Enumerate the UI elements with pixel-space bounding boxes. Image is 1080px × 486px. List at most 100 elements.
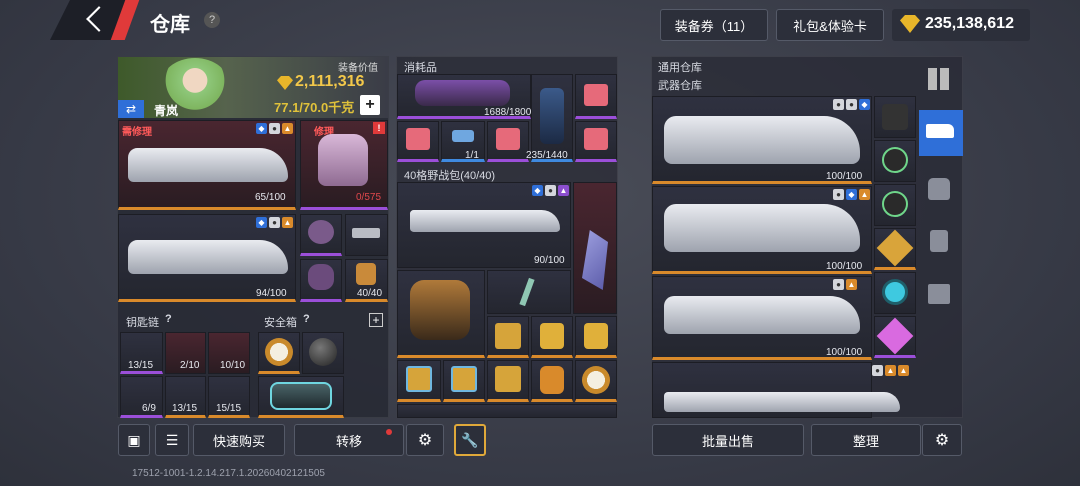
alert-icon: ! bbox=[373, 122, 385, 134]
backpack-icon bbox=[308, 264, 334, 290]
sight-icon: ● bbox=[833, 279, 844, 290]
category-all-icon[interactable] bbox=[928, 68, 950, 90]
gold-cube-icon bbox=[406, 366, 432, 392]
sight-icon: ● bbox=[545, 185, 556, 196]
pistol-category-icon bbox=[926, 124, 954, 138]
weapon1-durability: 65/100 bbox=[255, 192, 286, 203]
rifle-icon bbox=[128, 148, 288, 182]
warehouse-weapon-durability: 100/100 bbox=[826, 347, 863, 358]
safe-add-button[interactable]: + bbox=[369, 313, 383, 327]
key-count: 15/15 bbox=[216, 403, 242, 414]
pistol-icon bbox=[352, 228, 380, 238]
consumable-count: 1688/1800 bbox=[484, 107, 532, 118]
heavy-rifle-icon bbox=[664, 116, 860, 164]
heal-pack-icon bbox=[584, 84, 608, 106]
mod-icon: ◆ bbox=[846, 189, 857, 200]
amber-gem-icon bbox=[540, 366, 564, 394]
fire-icon: ▲ bbox=[898, 365, 909, 376]
safe-help-icon[interactable]: ? bbox=[303, 313, 310, 325]
help-icon[interactable]: ? bbox=[204, 12, 220, 28]
equipment-value: 2,111,316 bbox=[295, 73, 365, 90]
key-count: 13/15 bbox=[172, 403, 198, 414]
armor-icon bbox=[318, 134, 368, 186]
value-label: 装备价值 bbox=[338, 63, 378, 74]
repair-tag: 需修理 bbox=[122, 127, 152, 138]
warehouse-weapon-durability: 100/100 bbox=[826, 171, 863, 182]
sight-icon: ● bbox=[846, 99, 857, 110]
warehouse-weapon-durability: 100/100 bbox=[826, 261, 863, 272]
mod-icon: ◆ bbox=[859, 99, 870, 110]
weight-text: 77.1/70.0千克 bbox=[274, 100, 355, 115]
heavy-rifle-icon bbox=[664, 204, 860, 252]
currency-value: 235,138,612 bbox=[925, 15, 1014, 32]
armor-durability: 0/575 bbox=[356, 192, 382, 203]
category-crate-icon[interactable] bbox=[928, 284, 950, 304]
version-text: 17512-1001-1.2.14.217.1.20260402121505 bbox=[132, 468, 325, 479]
rifle-icon bbox=[128, 240, 288, 274]
fire-icon: ▲ bbox=[282, 217, 293, 228]
weapon2-durability: 94/100 bbox=[256, 288, 287, 299]
sphere-icon bbox=[309, 338, 337, 366]
repair-button[interactable]: 🔧 bbox=[454, 424, 486, 456]
consumable-count: 1/1 bbox=[465, 150, 479, 161]
category-armor-icon[interactable] bbox=[928, 178, 950, 200]
sight-icon: ● bbox=[872, 365, 883, 376]
vest-icon bbox=[882, 104, 908, 130]
sort-settings-button[interactable]: ⚙ bbox=[922, 424, 962, 456]
fire-icon: ▲ bbox=[282, 123, 293, 134]
ammo-count: 40/40 bbox=[357, 288, 383, 299]
sniper-rifle-icon bbox=[664, 392, 900, 412]
swap-character-button[interactable]: ⇄ bbox=[118, 100, 144, 118]
bulk-sell-button[interactable]: 批量出售 bbox=[652, 424, 804, 456]
save-button[interactable]: ▣ bbox=[118, 424, 150, 456]
canister-icon bbox=[540, 88, 564, 144]
armor-vest-icon bbox=[410, 280, 470, 340]
scope-icon bbox=[882, 147, 908, 173]
warehouse-weapon-badges: ● ▲ bbox=[833, 279, 857, 290]
ammo-icon bbox=[356, 263, 376, 285]
sort-button[interactable]: 整理 bbox=[811, 424, 921, 456]
warehouse-weapon-badges: ● ◆ ▲ bbox=[833, 189, 870, 200]
sight-icon: ● bbox=[269, 123, 280, 134]
voucher-button[interactable]: 装备券（11） bbox=[660, 9, 768, 41]
gift-button[interactable]: 礼包&体验卡 bbox=[776, 9, 884, 41]
backpack-slot[interactable] bbox=[397, 404, 617, 418]
key-count: 2/10 bbox=[180, 360, 200, 371]
mod-icon: ◆ bbox=[256, 123, 267, 134]
character-name: 青岚 bbox=[154, 104, 179, 118]
transfer-settings-button[interactable]: ⚙ bbox=[406, 424, 444, 456]
gold-bar-icon bbox=[495, 323, 521, 349]
helmet-icon bbox=[308, 220, 334, 244]
keychain-help-icon[interactable]: ? bbox=[165, 313, 172, 325]
safe-label: 安全箱 bbox=[264, 317, 297, 329]
tag-icon bbox=[540, 323, 564, 349]
injector-icon bbox=[452, 130, 474, 142]
sight-icon: ● bbox=[269, 217, 280, 228]
weapon1-badges: ◆ ● ▲ bbox=[256, 123, 293, 134]
mod-icon: ◆ bbox=[532, 185, 543, 196]
device-icon bbox=[270, 382, 332, 410]
category-medkit-icon[interactable] bbox=[930, 230, 948, 252]
key-count: 10/10 bbox=[220, 360, 246, 371]
sight-icon: ● bbox=[833, 99, 844, 110]
key-count: 6/9 bbox=[142, 403, 156, 414]
weapon2-badges: ◆ ● ▲ bbox=[256, 217, 293, 228]
energy-icon: ▲ bbox=[558, 185, 569, 196]
gold-bar-icon bbox=[495, 366, 521, 392]
consumable-count: 235/1440 bbox=[526, 150, 568, 161]
scope-icon bbox=[882, 191, 908, 217]
sniper-rifle-icon bbox=[410, 210, 560, 232]
alarm-clock-icon bbox=[582, 366, 610, 394]
fire-icon: ▲ bbox=[859, 189, 870, 200]
sight-icon: ● bbox=[833, 189, 844, 200]
backpack-label: 40格野战包(40/40) bbox=[404, 170, 496, 182]
checklist-button[interactable]: ☰ bbox=[155, 424, 189, 456]
core-icon bbox=[882, 279, 908, 305]
heal-pack-icon bbox=[584, 128, 608, 150]
rifle-icon bbox=[664, 296, 860, 334]
mod-icon: ◆ bbox=[256, 217, 267, 228]
medkit-bag-icon bbox=[415, 80, 510, 106]
weight-add-button[interactable]: + bbox=[360, 95, 380, 115]
quick-buy-button[interactable]: 快速购买 bbox=[193, 424, 285, 456]
gold-cube-icon bbox=[451, 366, 477, 392]
